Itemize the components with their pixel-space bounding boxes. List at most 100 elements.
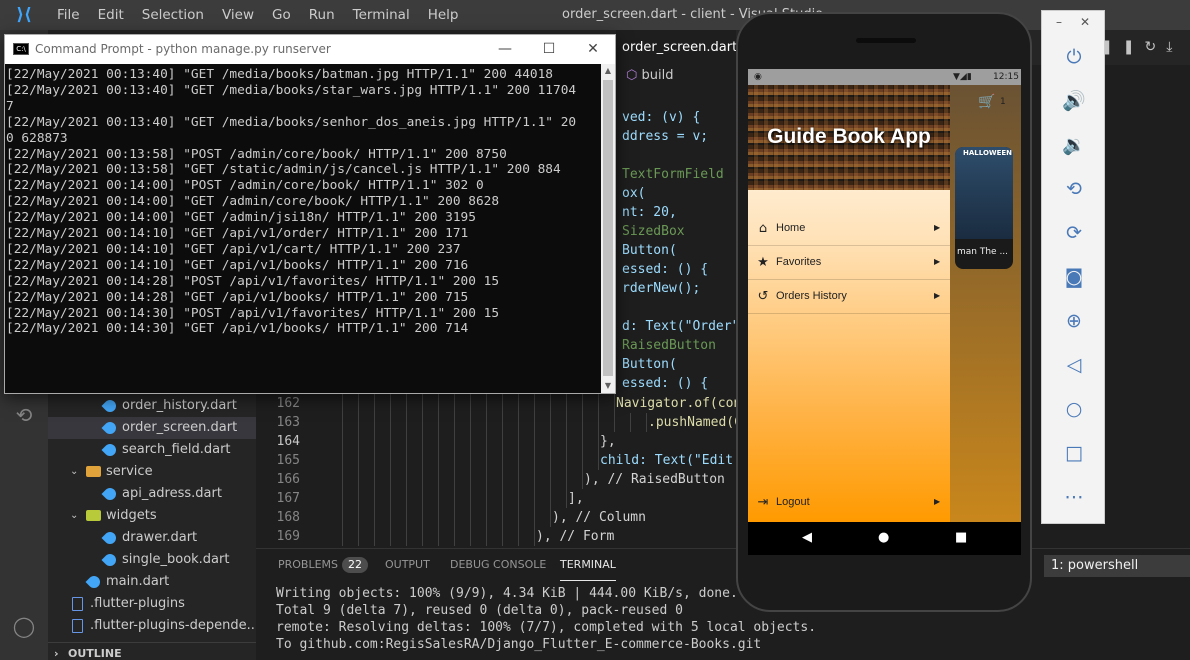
overview-square-icon[interactable]: □ [1060,439,1088,467]
menu-view[interactable]: View [213,0,263,30]
code-line[interactable]: TextFormField [622,165,724,184]
menu-selection[interactable]: Selection [133,0,213,30]
code-line[interactable]: rderNew(); [622,279,700,298]
tab-problems[interactable]: PROBLEMS 22 [278,549,369,581]
drawer-item-favorites[interactable]: ★ Favorites ▶ [748,247,950,280]
drawer-item-logout[interactable]: ⇥ Logout ▶ [748,487,950,520]
indent-guide [358,394,359,413]
file-label: widgets [106,508,157,523]
tab-debug-console[interactable]: DEBUG CONSOLE [450,549,546,581]
back-icon[interactable]: ◀ [802,530,812,545]
file-item[interactable]: search_field.dart [48,439,256,461]
scroll-down-icon[interactable]: ▼ [601,379,615,393]
file-item[interactable]: main.dart [48,571,256,593]
indent-guide [390,470,391,489]
code-line[interactable]: SizedBox [622,222,685,241]
maximize-button[interactable]: ☐ [527,35,571,64]
code-line[interactable]: essed: () { [622,260,708,279]
indent-guide [518,413,519,432]
file-label: order_screen.dart [122,420,238,435]
indent-guide [470,508,471,527]
folder-item[interactable]: ⌄ service [48,461,256,483]
code-line[interactable]: ), // Column [552,508,646,527]
power-icon[interactable]: ⏻ [1060,43,1088,71]
accounts-icon[interactable]: ◯ [12,614,36,638]
breadcrumb[interactable]: ⬡ build [626,68,673,83]
restart-icon[interactable]: ↻ [1144,39,1166,55]
indent-guide [438,432,439,451]
indent-guide [614,394,615,413]
code-line[interactable]: ox( [622,184,645,203]
file-item[interactable]: .flutter-plugins [48,593,256,615]
code-line[interactable]: ), // RaisedButton [584,470,725,489]
file-label: drawer.dart [122,530,198,545]
file-item[interactable]: .flutter-plugins-depende... [48,615,259,637]
file-item[interactable]: single_book.dart [48,549,256,571]
code-line[interactable]: ved: (v) { [622,108,700,127]
folder-item[interactable]: ⌄ widgets [48,505,256,527]
cart-count: 1 [1000,97,1006,107]
home-circle-icon[interactable]: ● [878,530,889,545]
scroll-thumb[interactable] [603,80,613,376]
zoom-icon[interactable]: ⊕ [1060,307,1088,335]
back-triangle-icon[interactable]: ◁ [1060,351,1088,379]
cmd-scrollbar[interactable]: ▲ ▼ [601,64,615,393]
emulator-minimize-icon[interactable]: – [1056,15,1062,29]
outline-section-header[interactable]: › OUTLINE [48,642,256,660]
log-line: [22/May/2021 00:13:40] "GET /media/books… [6,82,577,98]
tab-output[interactable]: OUTPUT [385,549,430,581]
code-line[interactable]: essed: () { [622,374,708,393]
menu-help[interactable]: Help [419,0,468,30]
file-item[interactable]: api_adress.dart [48,483,256,505]
code-line[interactable]: ], [568,489,584,508]
emulator-close-icon[interactable]: ✕ [1080,15,1090,29]
code-line[interactable]: nt: 20, [622,203,677,222]
more-icon[interactable]: ⋯ [1060,483,1088,511]
command-prompt-window[interactable]: C:\ Command Prompt - python manage.py ru… [4,34,616,394]
recents-icon[interactable]: ■ [955,530,967,545]
tab-order-screen[interactable]: order_screen.dart [616,30,737,65]
volume-up-icon[interactable]: 🔊 [1060,87,1088,115]
file-item[interactable]: drawer.dart [48,527,256,549]
minimize-button[interactable]: — [483,35,527,64]
indent-guide [406,470,407,489]
star-icon: ★ [757,255,769,270]
folder-icon [86,466,101,477]
indent-guide [454,413,455,432]
code-line[interactable]: Button( [622,355,677,374]
indent-guide [406,394,407,413]
indent-guide [486,489,487,508]
menu-file[interactable]: File [48,0,89,30]
book-card[interactable]: HALLOWEEN man The ... [955,147,1013,269]
file-item[interactable]: order_history.dart [48,395,256,417]
scroll-up-icon[interactable]: ▲ [601,64,615,78]
pause-icon[interactable]: ❚❚ [1101,39,1144,55]
menu-run[interactable]: Run [300,0,344,30]
terminal-select[interactable]: 1: powershell [1044,555,1190,577]
close-button[interactable]: ✕ [571,35,615,64]
volume-down-icon[interactable]: 🔉 [1060,131,1088,159]
indent-guide [518,394,519,413]
drawer-item-orders-history[interactable]: ↺ Orders History ▶ [748,281,950,314]
indent-guide [502,394,503,413]
home-circle-outline-icon[interactable]: ○ [1060,395,1088,423]
camera-icon[interactable]: ◙ [1060,263,1088,291]
code-line[interactable]: child: Text("Edit Ca [600,451,757,470]
code-line[interactable]: ddress = v; [622,127,708,146]
cart-icon[interactable]: 🛒 [978,94,995,110]
tab-terminal[interactable]: TERMINAL [560,549,616,581]
live-share-icon[interactable]: ⟲ [12,403,36,427]
code-line[interactable]: Button( [622,241,677,260]
drawer-item-home[interactable]: ⌂ Home ▶ [748,213,950,246]
menu-edit[interactable]: Edit [89,0,133,30]
menu-go[interactable]: Go [263,0,300,30]
rotate-left-icon[interactable]: ⟲ [1060,175,1088,203]
code-line[interactable]: }, [600,432,616,451]
file-item[interactable]: order_screen.dart [48,417,256,439]
rotate-right-icon[interactable]: ⟳ [1060,219,1088,247]
cmd-titlebar[interactable]: C:\ Command Prompt - python manage.py ru… [5,35,615,64]
code-line[interactable]: RaisedButton [622,336,716,355]
download-icon[interactable]: ⤓ [1166,39,1182,55]
code-line[interactable]: ), // Form [536,527,614,546]
menu-terminal[interactable]: Terminal [344,0,419,30]
